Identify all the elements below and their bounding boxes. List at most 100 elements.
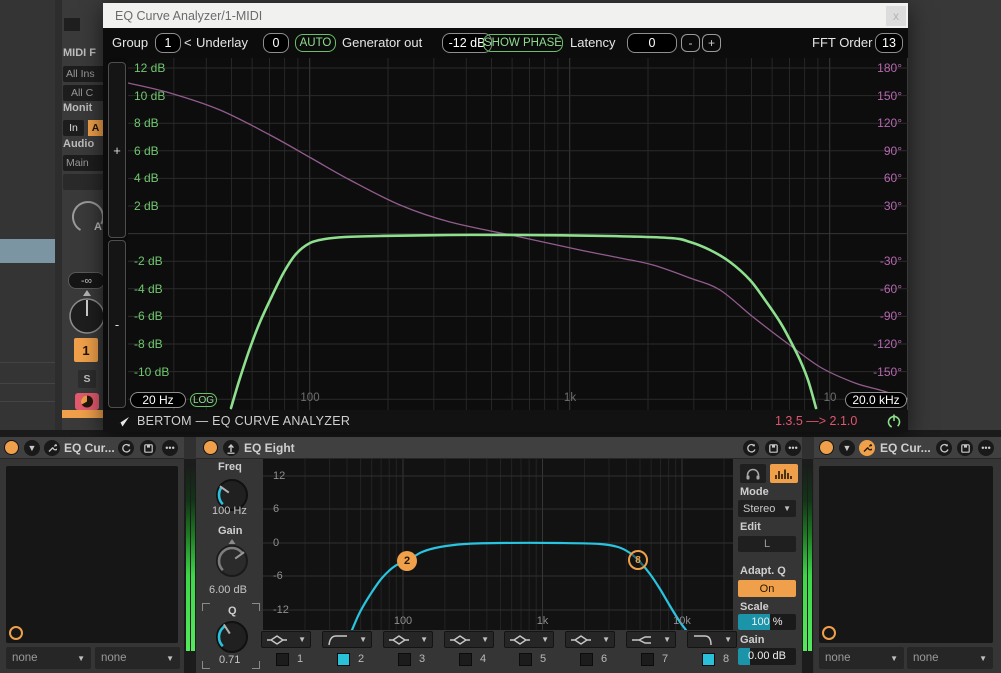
gain-value[interactable]: 6.00 dB — [209, 584, 247, 596]
more-options-icon[interactable]: ••• — [785, 440, 801, 456]
band-5-enable-checkbox[interactable] — [519, 653, 532, 666]
zoom-plus-button[interactable]: + — [108, 62, 126, 238]
hot-swap-icon[interactable] — [118, 440, 134, 456]
volume-knob[interactable] — [66, 289, 103, 337]
band-4-enable-checkbox[interactable] — [459, 653, 472, 666]
band-8-handle[interactable]: 8 — [628, 550, 648, 570]
plugin-titlebar[interactable]: EQ Curve Analyzer/1-MIDI — [103, 3, 908, 28]
routing-value: none — [913, 652, 939, 664]
arm-button[interactable] — [75, 393, 99, 410]
hot-swap-icon[interactable] — [936, 440, 952, 456]
band-6-enable-checkbox[interactable] — [580, 653, 593, 666]
underlay-value[interactable]: 0 — [263, 33, 289, 53]
power-icon[interactable] — [886, 413, 902, 429]
device-on-toggle[interactable] — [819, 440, 834, 455]
version-text[interactable]: 1.3.5 —> 2.1.0 — [775, 414, 857, 428]
eq8-display[interactable]: 1260-6-121001k10k 2 8 — [263, 459, 733, 630]
volume-value[interactable]: -∞ — [68, 272, 103, 289]
band-5-filter-type-button[interactable]: ▼ — [504, 631, 554, 648]
fft-order-value[interactable]: 13 — [875, 33, 903, 53]
input-select[interactable]: All Ins — [63, 66, 103, 82]
show-phase-button[interactable]: SHOW PHASE — [483, 34, 563, 52]
track-number-tile[interactable]: 1 — [74, 338, 98, 362]
plugin-placeholder-panel[interactable] — [819, 466, 993, 643]
input-channel-select[interactable]: All C — [63, 85, 103, 101]
stop-clip-button[interactable] — [64, 18, 80, 31]
more-options-icon[interactable]: ••• — [162, 440, 178, 456]
plugin-placeholder-panel[interactable] — [6, 466, 178, 643]
scale-slider[interactable]: 100 % — [738, 614, 796, 630]
latency-decrement-button[interactable]: - — [681, 34, 700, 52]
hot-swap-icon[interactable] — [743, 440, 759, 456]
plugin-param-ring[interactable] — [9, 626, 23, 640]
band-8-enable-checkbox[interactable] — [702, 653, 715, 666]
mode-select[interactable]: Stereo▼ — [738, 500, 796, 517]
band-2-filter-type-button[interactable]: ▼ — [322, 631, 372, 648]
band-3-enable-checkbox[interactable] — [398, 653, 411, 666]
save-preset-icon[interactable] — [765, 440, 781, 456]
wrench-icon[interactable] — [44, 440, 60, 456]
log-scale-button[interactable]: LOG — [190, 393, 217, 407]
analyze-toggle[interactable] — [770, 464, 798, 483]
latency-increment-button[interactable]: + — [702, 34, 721, 52]
device-eq-curve-left: ▼ EQ Cur... ••• none▼ none▼ — [0, 437, 184, 673]
band-7-enable-checkbox[interactable] — [641, 653, 654, 666]
expand-arrow-icon[interactable] — [223, 440, 239, 456]
plugin-param-ring[interactable] — [822, 626, 836, 640]
adaptq-toggle[interactable]: On — [738, 580, 796, 597]
zoom-minus-button[interactable]: - — [108, 240, 126, 408]
routing-select-2[interactable]: none▼ — [907, 647, 993, 669]
device-header[interactable]: EQ Eight ••• — [196, 437, 802, 459]
band-2-handle[interactable]: 2 — [397, 551, 417, 571]
spectrum-icon — [775, 468, 793, 480]
wrench-icon-active[interactable] — [859, 440, 875, 456]
output-channel-select[interactable] — [63, 174, 103, 190]
freq-max-value[interactable]: 20.0 kHz — [845, 392, 907, 408]
band-4-filter-type-button[interactable]: ▼ — [444, 631, 494, 648]
freq-min-value[interactable]: 20 Hz — [130, 392, 186, 408]
gain-label: Gain — [218, 525, 242, 537]
analyzer-plot[interactable]: 12 dB10 dB8 dB6 dB4 dB2 dB-2 dB-4 dB-6 d… — [128, 58, 908, 410]
band-3-filter-type-button[interactable]: ▼ — [383, 631, 433, 648]
group-value[interactable]: 1 — [155, 33, 181, 53]
band-1-filter-type-button[interactable]: ▼ — [261, 631, 311, 648]
device-header[interactable]: ▼ EQ Cur... ••• — [0, 437, 184, 459]
save-preset-icon[interactable] — [140, 440, 156, 456]
routing-select-1[interactable]: none▼ — [819, 647, 904, 669]
clip-slot-highlight[interactable] — [0, 239, 57, 263]
more-options-icon[interactable]: ••• — [978, 440, 994, 456]
routing-select-1[interactable]: none▼ — [6, 647, 91, 669]
solo-button[interactable]: S — [78, 370, 96, 388]
analyzer-toolbar: Group 1 < Underlay 0 AUTO Generator out … — [103, 28, 908, 58]
band-6-filter-type-button[interactable]: ▼ — [565, 631, 615, 648]
gain-knob[interactable] — [212, 537, 252, 581]
routing-select-2[interactable]: none▼ — [95, 647, 180, 669]
monitor-auto-button[interactable]: A — [88, 120, 103, 136]
save-preset-icon[interactable] — [957, 440, 973, 456]
freq-value[interactable]: 100 Hz — [212, 505, 247, 517]
device-on-toggle[interactable] — [4, 440, 19, 455]
edit-channel-button[interactable]: L — [738, 536, 796, 552]
routing-value: none — [101, 652, 127, 664]
band-1-enable-checkbox[interactable] — [276, 653, 289, 666]
fold-icon[interactable]: ▼ — [24, 440, 40, 456]
band-7-filter-type-button[interactable]: ▼ — [626, 631, 676, 648]
fold-icon[interactable]: ▼ — [839, 440, 855, 456]
device-on-toggle[interactable] — [203, 440, 218, 455]
device-chain-area: ▼ EQ Cur... ••• none▼ none▼ — [0, 437, 1001, 673]
monitor-label: Monit — [63, 102, 92, 114]
adaptq-label: Adapt. Q — [740, 565, 786, 577]
monitor-in-button[interactable]: In — [63, 120, 84, 136]
latency-value[interactable]: 0 — [627, 33, 677, 53]
band-2-enable-checkbox[interactable] — [337, 653, 350, 666]
audition-button[interactable] — [740, 464, 766, 483]
close-window-button[interactable]: x — [886, 6, 906, 26]
band-8-filter-type-button[interactable]: ▼ — [687, 631, 737, 648]
output-gain-slider[interactable]: 0.00 dB — [738, 648, 796, 665]
underlay-label: Underlay — [196, 28, 248, 58]
device-header[interactable]: ▼ EQ Cur... ••• — [814, 437, 1001, 459]
pan-knob[interactable]: A — [66, 197, 103, 237]
output-select[interactable]: Main — [63, 155, 103, 171]
auto-button[interactable]: AUTO — [295, 34, 336, 52]
band-number-label: 4 — [480, 653, 486, 665]
